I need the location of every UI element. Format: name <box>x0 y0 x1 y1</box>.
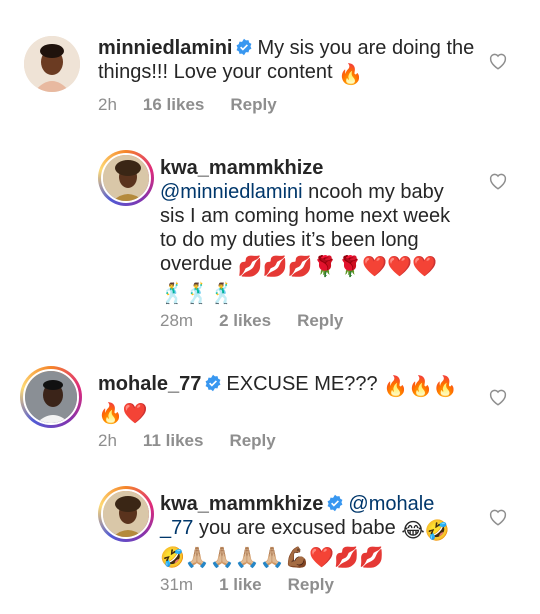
avatar[interactable] <box>98 486 154 542</box>
comment-text: mohale_77 EXCUSE ME??? 🔥🔥🔥 🔥❤️ <box>98 372 478 426</box>
comment-text: kwa_mammkhize @minniedlamini ncooh my ba… <box>160 156 460 306</box>
avatar[interactable] <box>24 36 80 92</box>
verified-badge-icon <box>237 38 252 56</box>
heart-outline-icon[interactable] <box>488 52 508 70</box>
comment-body: EXCUSE ME??? <box>226 373 378 395</box>
comment-text: kwa_mammkhize @mohale _77 you are excused… <box>160 492 460 570</box>
comment-text: minniedlamini My sis you are doing the th… <box>98 36 478 87</box>
emoji: 🔥❤️ <box>98 403 148 425</box>
heart-outline-icon[interactable] <box>488 172 508 190</box>
verified-badge-icon <box>205 374 221 392</box>
comment-meta: 31m 1 like Reply <box>160 575 360 595</box>
emoji: 🕺🕺🕺 <box>160 283 235 305</box>
mention-link[interactable]: @minniedlamini <box>160 181 303 203</box>
likes-count[interactable]: 2 likes <box>219 311 271 331</box>
reply-button[interactable]: Reply <box>230 95 276 115</box>
heart-outline-icon[interactable] <box>488 508 508 526</box>
comment-meta: 28m 2 likes Reply <box>160 311 369 331</box>
avatar-photo <box>25 371 77 423</box>
emoji: 🤣🙏🏼🙏🏼🙏🏼🙏🏼💪🏾❤️💋💋 <box>160 547 385 569</box>
timestamp: 2h <box>98 95 117 114</box>
avatar[interactable] <box>20 366 82 428</box>
timestamp: 2h <box>98 431 117 450</box>
avatar-photo <box>103 155 149 201</box>
avatar-photo <box>24 36 80 92</box>
username[interactable]: minniedlamini <box>98 37 232 59</box>
avatar[interactable] <box>98 150 154 206</box>
emoji: 🔥🔥🔥 <box>383 376 458 398</box>
username[interactable]: kwa_mammkhize <box>160 157 323 179</box>
likes-count[interactable]: 11 likes <box>143 431 204 451</box>
emoji: 💋💋💋🌹🌹❤️❤️❤️ <box>237 256 438 278</box>
reply-button[interactable]: Reply <box>297 311 343 331</box>
emoji: 😂🤣 <box>401 520 450 542</box>
reply-button[interactable]: Reply <box>288 575 334 595</box>
timestamp: 31m <box>160 575 194 594</box>
username[interactable]: mohale_77 <box>98 373 201 395</box>
comment-meta: 2h 16 likes Reply <box>98 95 303 115</box>
emoji: 🔥 <box>338 64 364 86</box>
reply-button[interactable]: Reply <box>229 431 275 451</box>
username[interactable]: kwa_mammkhize <box>160 493 323 515</box>
likes-count[interactable]: 1 like <box>219 575 262 595</box>
heart-outline-icon[interactable] <box>488 388 508 406</box>
comment-body: you are excused babe <box>198 517 396 539</box>
avatar-photo <box>103 491 149 537</box>
likes-count[interactable]: 16 likes <box>143 95 204 115</box>
verified-badge-icon <box>327 494 343 512</box>
comment-meta: 2h 11 likes Reply <box>98 431 302 451</box>
timestamp: 28m <box>160 311 194 330</box>
